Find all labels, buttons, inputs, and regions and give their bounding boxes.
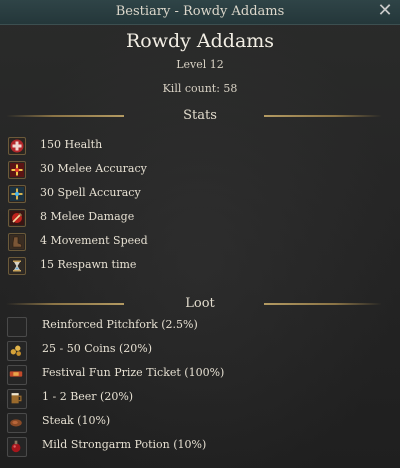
loot-row-ticket[interactable]: Festival Fun Prize Ticket (100%) <box>0 364 400 386</box>
stat-row-health: 150 Health <box>0 136 400 158</box>
close-icon[interactable]: ✕ <box>376 2 394 20</box>
loot-row-coins[interactable]: 25 - 50 Coins (20%) <box>0 340 400 362</box>
stat-text: 30 Melee Accuracy <box>40 162 147 175</box>
bestiary-window: Bestiary - Rowdy Addams ✕ Rowdy Addams L… <box>0 0 400 468</box>
monster-level: Level 12 <box>176 58 224 71</box>
stat-row-respawn-time: 15 Respawn time <box>0 256 400 278</box>
loot-row-steak[interactable]: Steak (10%) <box>0 412 400 434</box>
loot-text: Reinforced Pitchfork (2.5%) <box>42 318 198 331</box>
divider-right <box>264 115 382 117</box>
pitchfork-icon <box>7 317 27 337</box>
kill-count: Kill count: 58 <box>162 82 238 95</box>
stat-text: 4 Movement Speed <box>40 234 148 247</box>
boot-icon <box>8 233 26 251</box>
stat-row-spell-accuracy: 30 Spell Accuracy <box>0 184 400 206</box>
spell-accuracy-icon <box>8 185 26 203</box>
potion-icon <box>7 437 27 457</box>
loot-row-beer[interactable]: 1 - 2 Beer (20%) <box>0 388 400 410</box>
melee-damage-icon <box>8 209 26 227</box>
window-title: Bestiary - Rowdy Addams <box>115 4 285 19</box>
loot-text: 1 - 2 Beer (20%) <box>42 390 134 403</box>
loot-text: Festival Fun Prize Ticket (100%) <box>42 366 225 379</box>
divider-right <box>264 303 382 305</box>
loot-text: Mild Strongarm Potion (10%) <box>42 438 207 451</box>
ticket-icon <box>7 365 27 385</box>
loot-row-pitchfork[interactable]: Reinforced Pitchfork (2.5%) <box>0 316 400 338</box>
stat-text: 8 Melee Damage <box>40 210 135 223</box>
stat-row-movement-speed: 4 Movement Speed <box>0 232 400 254</box>
hourglass-icon <box>8 257 26 275</box>
stat-row-melee-damage: 8 Melee Damage <box>0 208 400 230</box>
beer-mug-icon <box>7 389 27 409</box>
stat-row-melee-accuracy: 30 Melee Accuracy <box>0 160 400 182</box>
coins-icon <box>7 341 27 361</box>
steak-icon <box>7 413 27 433</box>
melee-accuracy-icon <box>8 161 26 179</box>
loot-row-potion[interactable]: Mild Strongarm Potion (10%) <box>0 436 400 458</box>
health-cross-icon <box>8 137 26 155</box>
monster-name: Rowdy Addams <box>125 30 275 52</box>
loot-text: 25 - 50 Coins (20%) <box>42 342 153 355</box>
stats-header: Stats <box>0 108 400 124</box>
stat-text: 150 Health <box>40 138 103 151</box>
stat-text: 15 Respawn time <box>40 258 137 271</box>
loot-text: Steak (10%) <box>42 414 111 427</box>
title-bar[interactable]: Bestiary - Rowdy Addams ✕ <box>0 0 400 25</box>
loot-header: Loot <box>0 296 400 312</box>
stat-text: 30 Spell Accuracy <box>40 186 141 199</box>
